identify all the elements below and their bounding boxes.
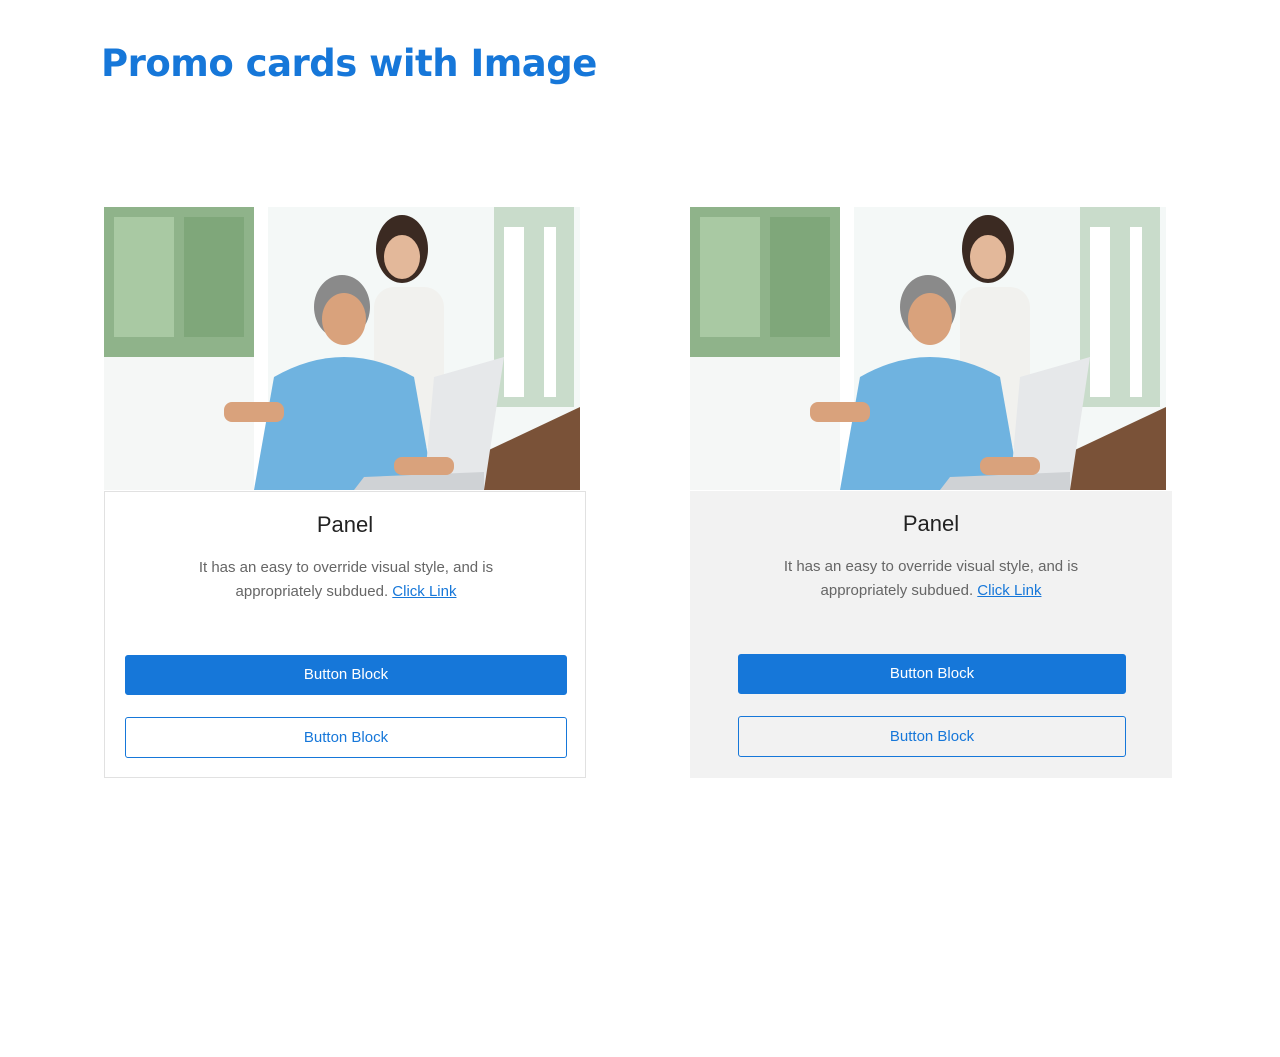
- promo-image: [104, 207, 580, 490]
- panel: Panel It has an easy to override visual …: [690, 491, 1172, 778]
- primary-button[interactable]: Button Block: [738, 654, 1126, 694]
- secondary-button[interactable]: Button Block: [125, 717, 567, 758]
- click-link[interactable]: Click Link: [392, 583, 456, 600]
- panel-title: Panel: [902, 511, 960, 536]
- promo-image: [690, 207, 1166, 490]
- secondary-button[interactable]: Button Block: [738, 716, 1126, 757]
- panel-description: It has an easy to override visual style,…: [190, 556, 502, 604]
- promo-card-gray: Panel It has an easy to override visual …: [690, 207, 1172, 778]
- promo-card-white: Panel It has an easy to override visual …: [104, 207, 586, 778]
- panel: Panel It has an easy to override visual …: [104, 491, 586, 778]
- photo-couple-laptop-icon: [104, 207, 580, 490]
- panel-description: It has an easy to override visual style,…: [775, 555, 1087, 603]
- primary-button[interactable]: Button Block: [125, 655, 567, 695]
- panel-title: Panel: [316, 512, 374, 537]
- photo-couple-laptop-icon: [690, 207, 1166, 490]
- click-link[interactable]: Click Link: [977, 582, 1041, 599]
- page-title: Promo cards with Image: [101, 42, 597, 85]
